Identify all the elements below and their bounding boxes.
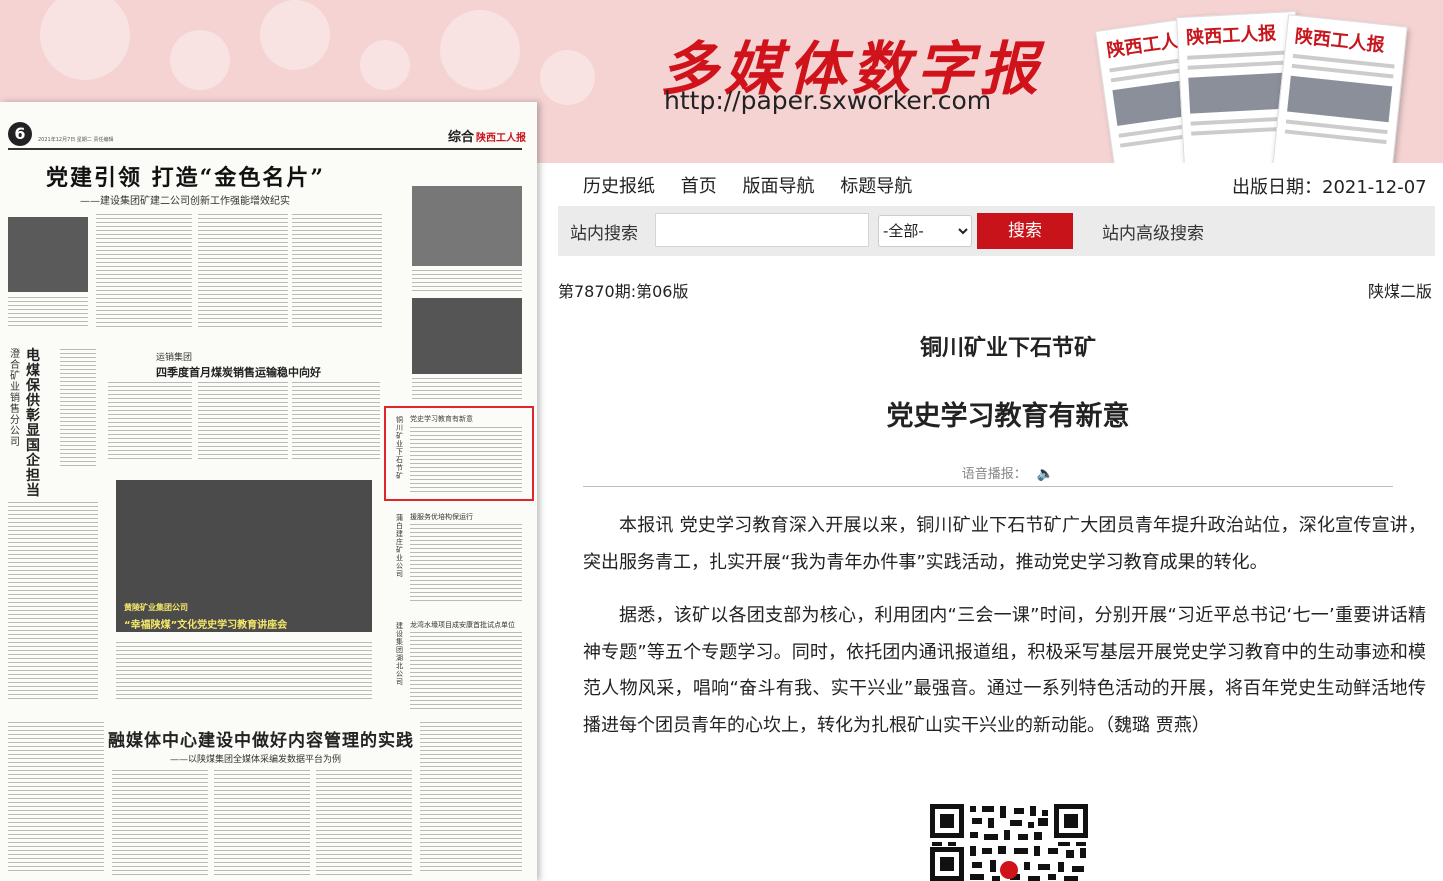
photo-caption-title: “幸福陕煤”文化党史学习教育讲座会 (124, 620, 288, 631)
story-text-block (316, 770, 412, 875)
story-text-block (116, 642, 372, 702)
search-bar: 站内搜索 -全部- 搜索 站内高级搜索 (558, 206, 1435, 256)
voice-broadcast: 语音播报： 🔈 (583, 463, 1433, 482)
photo-caption-org: 黄陵矿业集团公司 (124, 603, 188, 612)
search-input[interactable] (655, 213, 869, 247)
highlighted-story-vertical: 铜川矿业下石节矿 (396, 416, 403, 480)
brand-url: http://paper.sxworker.com (664, 86, 992, 115)
article-paragraph: 据悉，该矿以各团支部为核心，利用团内“三会一课”时间，分别开展“习近平总书记‘七… (583, 605, 1426, 736)
newspaper-page-image[interactable]: 6 2021年12月7日 星期二 责任编辑 综合 陕西工人报 党建引领 打造“金… (0, 102, 537, 881)
publication-date: 出版日期：2021-12-07 (1232, 177, 1427, 198)
decor-bubble (260, 0, 330, 70)
story-text-block (60, 349, 96, 469)
nav-history-papers[interactable]: 历史报纸 (583, 176, 655, 197)
advanced-search-link[interactable]: 站内高级搜索 (1102, 219, 1204, 244)
story-media-title[interactable]: 融媒体中心建设中做好内容管理的实践 (108, 726, 414, 751)
voice-broadcast-label: 语音播报： (961, 467, 1027, 482)
article-paragraph: 本报讯 党史学习教育深入开展以来，铜川矿业下石节矿广大团员青年提升政治站位，深化… (583, 515, 1426, 573)
story-party-building-subtitle: ——建设集团矿建二公司创新工作强能增效纪实 (80, 196, 290, 207)
nav-page-navigation[interactable]: 版面导航 (742, 176, 814, 197)
search-label: 站内搜索 (570, 224, 638, 244)
nav-title-navigation[interactable]: 标题导航 (840, 176, 912, 197)
page-meta: 2021年12月7日 星期二 责任编辑 (38, 137, 114, 143)
speaker-icon[interactable]: 🔈 (1037, 466, 1054, 482)
side-story-title[interactable]: 龙湾水壕项目成安康首批试点单位 (410, 620, 515, 630)
story-party-building-title[interactable]: 党建引领 打造“金色名片” (46, 160, 325, 192)
decor-bubble (540, 50, 595, 105)
page-number: 6 (8, 122, 32, 146)
side-story-vertical: 建设集团湖北公司 (396, 622, 403, 686)
decor-bubble (40, 0, 130, 80)
top-nav: 历史报纸 首页 版面导航 标题导航 (583, 172, 932, 198)
story-text-block (112, 770, 208, 875)
story-photo (412, 298, 522, 374)
story-text-block (214, 770, 310, 875)
story-media-subtitle: ——以陕煤集团全媒体采编发数据平台为例 (170, 755, 342, 765)
story-power-title[interactable]: 电煤保供彰显国企担当 (26, 349, 42, 499)
edition-name: 陕煤二版 (1368, 282, 1433, 301)
article-kicker: 铜川矿业下石节矿 (919, 336, 1096, 361)
story-text-block (410, 632, 522, 712)
story-text-block (8, 297, 88, 329)
story-text-block (292, 382, 380, 462)
qr-code-graphic (930, 804, 1088, 881)
story-text-block (412, 270, 522, 292)
story-text-block (420, 722, 522, 872)
paper-thumbnail: 陕西工人报 (1272, 14, 1408, 163)
qr-code-image (930, 804, 1088, 881)
story-text-block (410, 524, 522, 604)
story-sales-title[interactable]: 四季度首月煤炭销售运输稳中向好 (156, 364, 321, 380)
nav-home[interactable]: 首页 (681, 176, 717, 197)
issue-info: 第7870期:第06版 (558, 282, 689, 301)
divider (583, 486, 1393, 487)
story-photo (412, 186, 522, 266)
article-title: 党史学习教育有新意 (886, 401, 1130, 432)
story-power-subtitle: 澄合矿业销售分公司 (10, 349, 20, 448)
story-text-block (96, 214, 192, 329)
decor-bubble (440, 10, 520, 90)
decor-bubble (170, 30, 230, 90)
story-text-block (8, 722, 104, 872)
story-sales-kicker: 运销集团 (156, 353, 193, 363)
story-text-block (198, 214, 288, 329)
story-text-block (108, 382, 192, 462)
decor-bubble (360, 40, 410, 90)
page-section-brand: 陕西工人报 (476, 133, 526, 144)
search-scope-select[interactable]: -全部- (878, 215, 972, 247)
side-story-vertical: 蒲白建庄矿业公司 (396, 514, 403, 578)
story-text-block (8, 502, 98, 702)
story-text-block (410, 427, 522, 495)
side-story-title[interactable]: 援服务优培构保运行 (410, 512, 473, 522)
story-text-block (198, 382, 288, 462)
story-text-block (292, 214, 382, 329)
search-button[interactable]: 搜索 (977, 213, 1073, 249)
page-section: 综合 (448, 130, 475, 145)
article-body: 本报讯 党史学习教育深入开展以来，铜川矿业下石节矿广大团员青年提升政治站位，深化… (583, 508, 1426, 761)
story-photo (8, 217, 88, 292)
story-text-block (412, 378, 522, 400)
highlighted-story-title: 党史学习教育有新意 (410, 415, 473, 423)
